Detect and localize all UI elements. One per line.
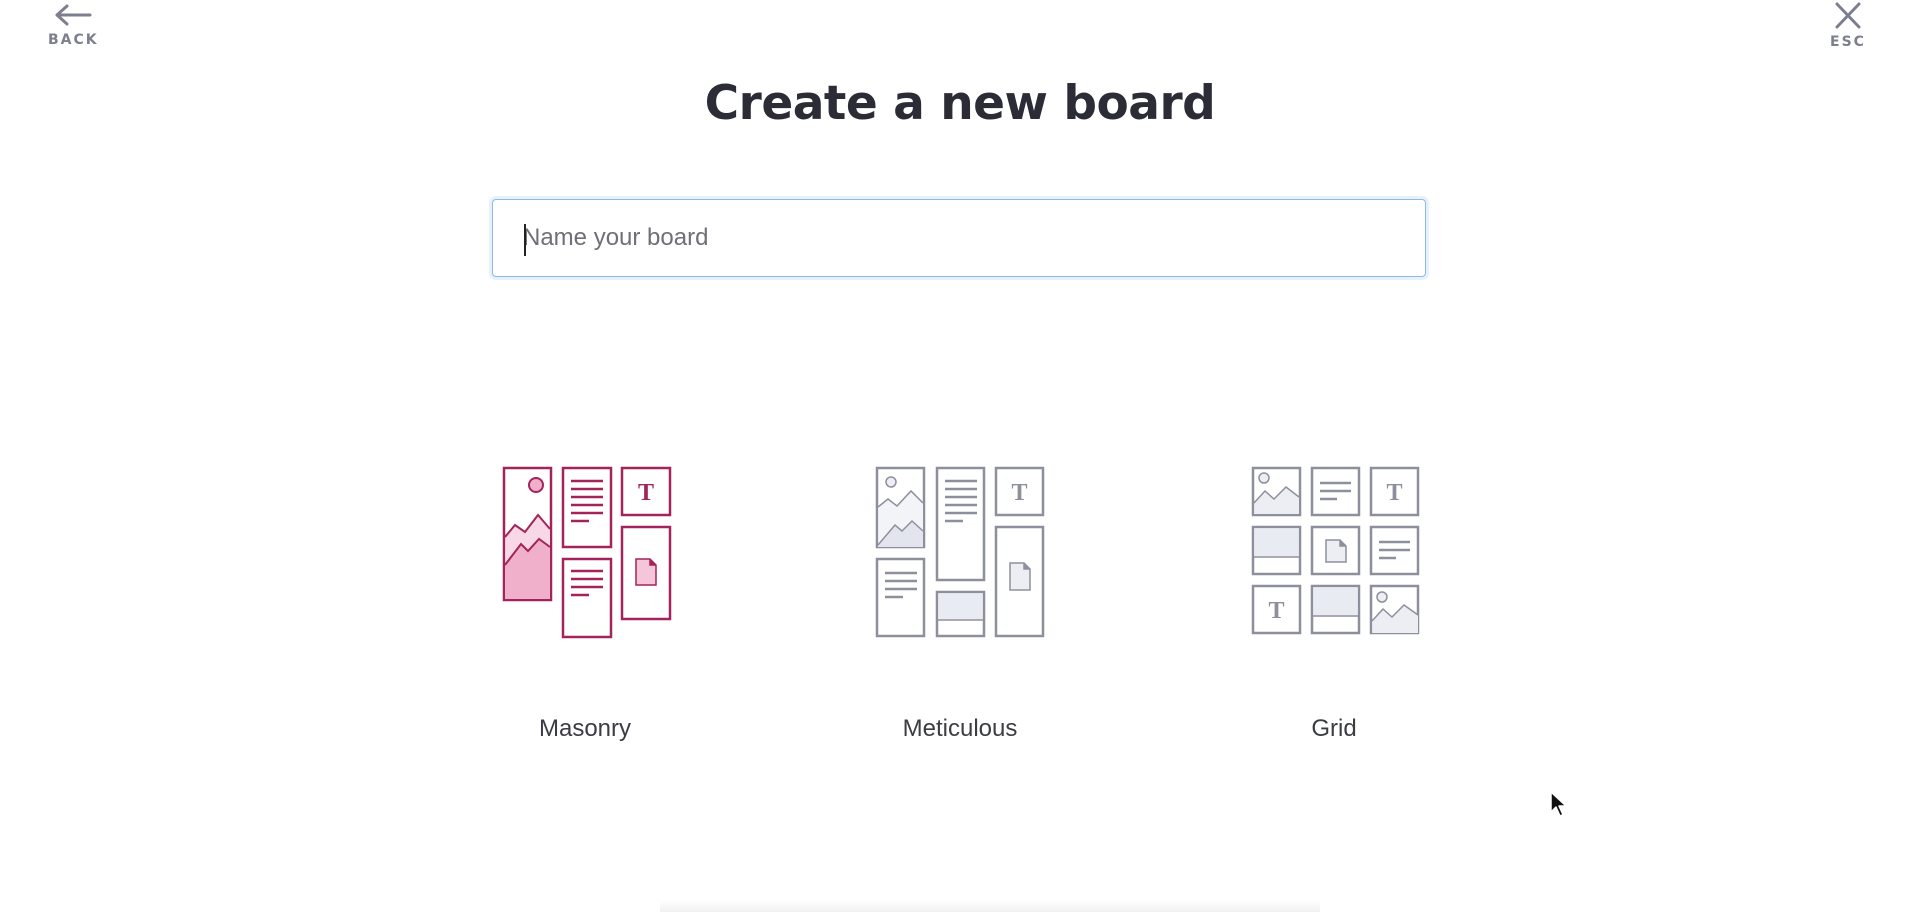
mouse-cursor-icon <box>1550 791 1567 817</box>
layout-label: Grid <box>1311 715 1357 742</box>
svg-text:T: T <box>1011 480 1027 506</box>
back-button[interactable]: BACK <box>48 2 99 48</box>
grid-layout-icon: T T <box>1251 466 1420 635</box>
meticulous-layout-icon: T <box>875 466 1045 638</box>
layout-label: Masonry <box>538 715 632 742</box>
svg-text:T: T <box>1386 480 1402 506</box>
masonry-layout-icon: T <box>502 466 672 639</box>
close-icon <box>1835 2 1861 29</box>
page-title: Create a new board <box>704 76 1216 131</box>
arrow-left-icon <box>55 4 92 26</box>
layout-label: Meticulous <box>902 715 1018 742</box>
back-label: BACK <box>48 32 99 48</box>
text-caret <box>524 224 526 256</box>
bottom-shadow <box>660 900 1320 912</box>
layout-option-masonry[interactable]: T Masonry <box>465 460 705 760</box>
close-button[interactable]: ESC <box>1830 2 1866 50</box>
esc-label: ESC <box>1830 34 1866 50</box>
svg-text:T: T <box>638 480 654 506</box>
layout-option-grid[interactable]: T T Grid <box>1214 460 1454 760</box>
layout-option-meticulous[interactable]: T Meticulous <box>840 460 1080 760</box>
board-name-input[interactable] <box>492 199 1426 277</box>
svg-text:T: T <box>1268 598 1284 624</box>
